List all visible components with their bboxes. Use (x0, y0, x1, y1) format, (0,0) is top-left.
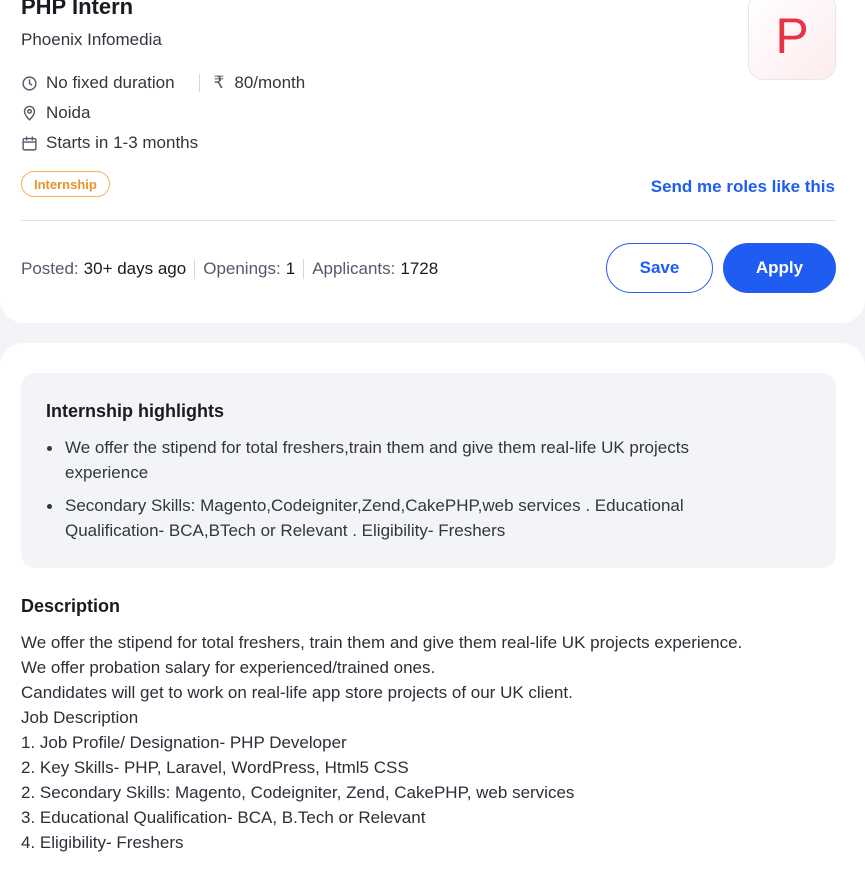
applicants-value: 1728 (400, 259, 439, 278)
save-button[interactable]: Save (606, 243, 713, 293)
description-line: 2. Secondary Skills: Magento, Codeignite… (21, 783, 575, 802)
highlight-item: We offer the stipend for total freshers,… (47, 435, 755, 485)
duration-text: No fixed duration (46, 73, 175, 92)
description-line: 3. Educational Qualification- BCA, B.Tec… (21, 808, 426, 827)
stipend-text: 80/month (234, 73, 306, 92)
job-stats: Posted: 30+ days ago Openings: 1 Applica… (21, 259, 438, 279)
stats-divider (303, 259, 305, 279)
company-logo[interactable]: P (748, 0, 836, 80)
company-name[interactable]: Phoenix Infomedia (21, 30, 162, 50)
internship-tag: Internship (21, 171, 110, 197)
calendar-icon (22, 135, 37, 151)
description-line: We offer the stipend for total freshers,… (21, 633, 743, 652)
description-title: Description (21, 596, 121, 616)
stats-divider (194, 259, 196, 279)
header-divider (21, 220, 836, 221)
apply-button[interactable]: Apply (723, 243, 836, 293)
start-text: Starts in 1-3 months (46, 133, 199, 152)
job-title: PHP Intern (21, 0, 134, 19)
rupee-icon: ₹ (213, 73, 225, 92)
posted-value: 30+ days ago (83, 259, 187, 278)
internship-highlights: Internship highlights We offer the stipe… (21, 373, 836, 568)
description-line: Job Description (21, 708, 139, 727)
location-text: Noida (46, 103, 91, 122)
meta-divider (198, 74, 200, 92)
openings-label: Openings: (203, 259, 281, 278)
description-line: 4. Eligibility- Freshers (21, 833, 184, 852)
map-pin-icon (23, 105, 36, 121)
applicants-label: Applicants: (312, 259, 396, 278)
highlights-title: Internship highlights (46, 401, 224, 421)
description-line: 2. Key Skills- PHP, Laravel, WordPress, … (21, 758, 409, 777)
posted-label: Posted: (21, 259, 79, 278)
description-line: Candidates will get to work on real-life… (21, 683, 573, 702)
clock-icon (22, 75, 37, 91)
description-body: We offer the stipend for total freshers,… (21, 630, 742, 855)
highlights-list: We offer the stipend for total freshers,… (47, 435, 755, 551)
start-row: Starts in 1-3 months (21, 133, 198, 153)
send-me-roles-link[interactable]: Send me roles like this (651, 177, 835, 197)
description-line: We offer probation salary for experience… (21, 658, 436, 677)
highlight-item: Secondary Skills: Magento,Codeigniter,Ze… (47, 493, 755, 543)
openings-value: 1 (285, 259, 296, 278)
description-line: 1. Job Profile/ Designation- PHP Develop… (21, 733, 347, 752)
logo-letter: P (775, 8, 809, 64)
location-row: Noida (21, 103, 90, 123)
duration-stipend-row: No fixed duration ₹ 80/month (21, 73, 305, 93)
